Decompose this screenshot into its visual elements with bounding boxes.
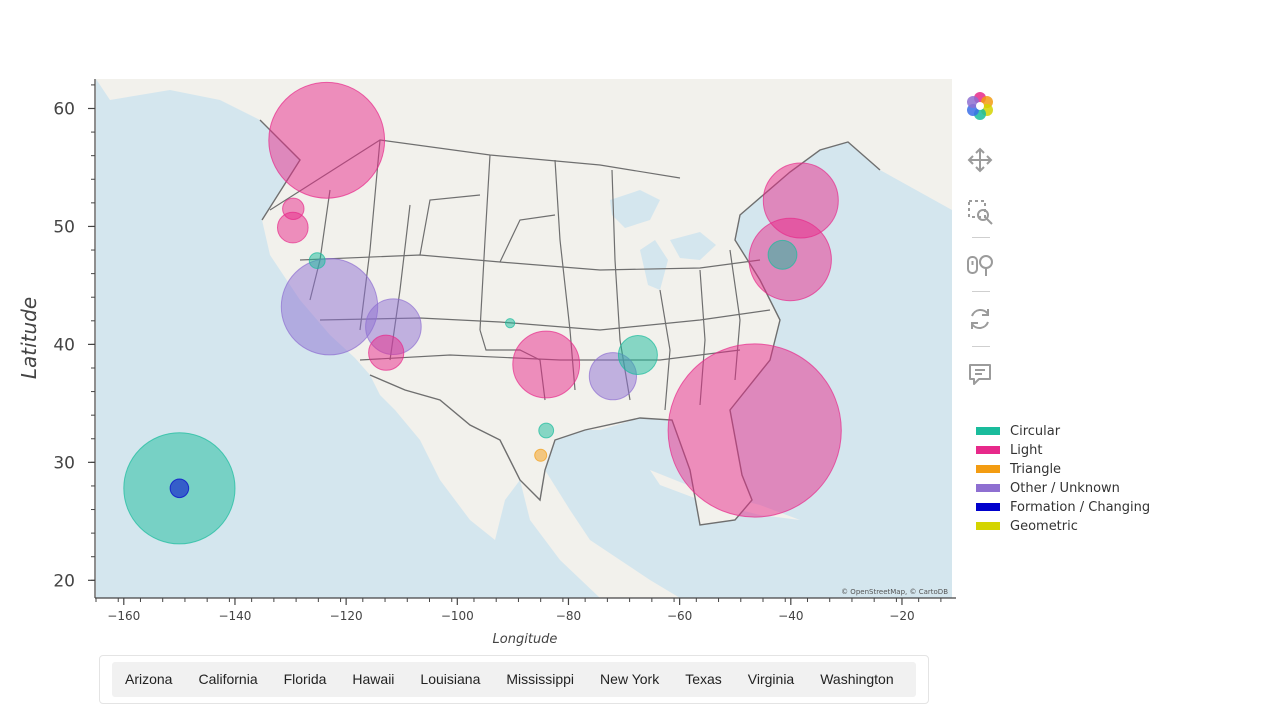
legend-swatch bbox=[976, 446, 1000, 454]
map-plot[interactable]: −160 −140 −120 −100 −80 −60 −40 −20 20 30 40 50 60 Lo… bbox=[0, 0, 1280, 652]
state-bubble[interactable] bbox=[268, 81, 386, 199]
legend-item[interactable]: Light bbox=[966, 441, 1042, 459]
toolbar-divider bbox=[972, 346, 990, 347]
state-bubble[interactable] bbox=[667, 343, 842, 518]
y-tick-label: 60 bbox=[53, 99, 75, 119]
tab-florida[interactable]: Florida bbox=[271, 662, 340, 697]
state-tabs-bar: Arizona California Florida Hawaii Louisi… bbox=[112, 662, 916, 697]
plot-toolbar bbox=[958, 84, 1004, 394]
x-tick-label: −60 bbox=[667, 609, 692, 623]
x-tick-label: −160 bbox=[107, 609, 140, 623]
legend-label: Geometric bbox=[1010, 518, 1078, 534]
state-bubble[interactable] bbox=[368, 334, 405, 371]
wheel-zoom-icon[interactable] bbox=[962, 247, 998, 283]
y-axis-label: Latitude bbox=[17, 297, 41, 379]
legend-swatch bbox=[976, 484, 1000, 492]
state-bubble[interactable] bbox=[505, 318, 516, 329]
legend-label: Other / Unknown bbox=[1010, 480, 1120, 496]
legend-swatch bbox=[976, 503, 1000, 511]
tab-virginia[interactable]: Virginia bbox=[735, 662, 807, 697]
y-tick-label: 20 bbox=[53, 571, 75, 591]
map-attribution: © OpenStreetMap, © CartoDB bbox=[841, 588, 948, 596]
tab-new-york[interactable]: New York bbox=[587, 662, 672, 697]
state-bubble[interactable] bbox=[512, 330, 581, 399]
tab-hawaii[interactable]: Hawaii bbox=[339, 662, 407, 697]
legend-label: Circular bbox=[1010, 423, 1061, 439]
legend-item[interactable]: Circular bbox=[966, 422, 1060, 440]
toolbar-divider bbox=[972, 291, 990, 292]
legend-swatch bbox=[976, 522, 1000, 530]
legend-item[interactable]: Triangle bbox=[966, 460, 1061, 478]
x-tick-label: −20 bbox=[889, 609, 914, 623]
tab-washington[interactable]: Washington bbox=[807, 662, 906, 697]
bokeh-logo-icon[interactable] bbox=[962, 88, 998, 124]
legend: Circular Light Triangle Other / Unknown … bbox=[966, 420, 1162, 544]
legend-item[interactable]: Formation / Changing bbox=[966, 498, 1150, 516]
tab-louisiana[interactable]: Louisiana bbox=[407, 662, 493, 697]
tab-california[interactable]: California bbox=[185, 662, 270, 697]
x-tick-label: −120 bbox=[330, 609, 363, 623]
x-tick-label: −40 bbox=[778, 609, 803, 623]
x-tick-label: −140 bbox=[218, 609, 251, 623]
state-bubble[interactable] bbox=[538, 422, 555, 439]
hover-icon[interactable] bbox=[962, 356, 998, 392]
state-bubble[interactable] bbox=[169, 478, 190, 499]
tab-arizona[interactable]: Arizona bbox=[112, 662, 185, 697]
state-bubble[interactable] bbox=[534, 448, 548, 462]
state-bubble[interactable] bbox=[280, 258, 379, 356]
state-bubble[interactable] bbox=[767, 239, 798, 270]
legend-label: Formation / Changing bbox=[1010, 499, 1151, 515]
state-bubble[interactable] bbox=[762, 162, 839, 239]
legend-item[interactable]: Other / Unknown bbox=[966, 479, 1120, 497]
tab-texas[interactable]: Texas bbox=[672, 662, 735, 697]
x-axis-label: Longitude bbox=[493, 632, 558, 647]
tab-mississippi[interactable]: Mississippi bbox=[493, 662, 587, 697]
plot-root: −160 −140 −120 −100 −80 −60 −40 −20 20 30 40 50 60 Lo… bbox=[0, 0, 1280, 720]
pan-icon[interactable] bbox=[962, 142, 998, 178]
y-tick-label: 30 bbox=[53, 453, 75, 473]
legend-swatch bbox=[976, 465, 1000, 473]
legend-label: Light bbox=[1010, 442, 1043, 458]
y-tick-label: 50 bbox=[53, 217, 75, 237]
state-bubble[interactable] bbox=[617, 335, 658, 375]
state-bubble[interactable] bbox=[308, 252, 326, 270]
y-tick-label: 40 bbox=[53, 335, 75, 355]
x-tick-label: −80 bbox=[556, 609, 581, 623]
toolbar-divider bbox=[972, 237, 990, 238]
box-zoom-icon[interactable] bbox=[962, 194, 998, 230]
state-bubble[interactable] bbox=[282, 197, 305, 221]
legend-label: Triangle bbox=[1010, 461, 1062, 477]
legend-item[interactable]: Geometric bbox=[966, 517, 1078, 535]
state-tabs: Arizona California Florida Hawaii Louisi… bbox=[99, 655, 929, 704]
legend-swatch bbox=[976, 427, 1000, 435]
x-tick-label: −100 bbox=[441, 609, 474, 623]
reset-icon[interactable] bbox=[962, 301, 998, 337]
